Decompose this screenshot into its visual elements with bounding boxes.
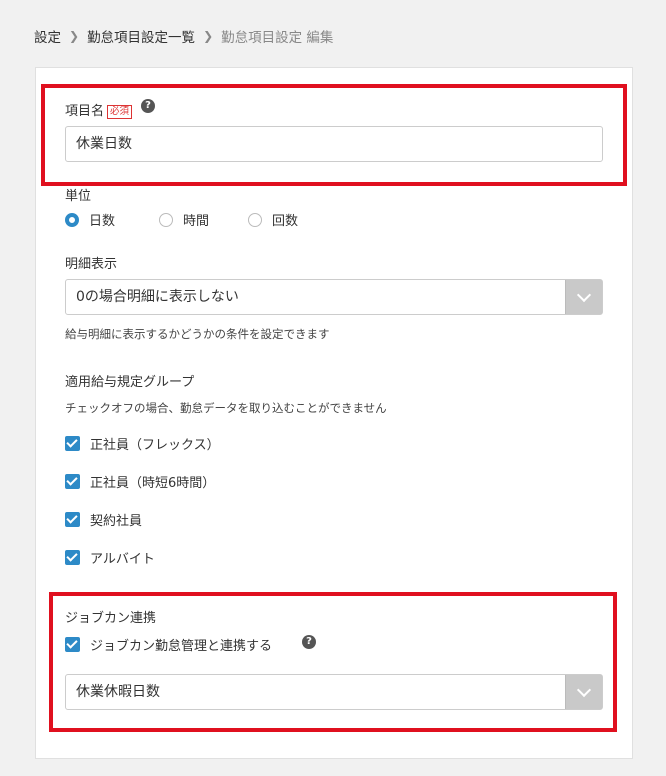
breadcrumb-attendance-list[interactable]: 勤怠項目設定一覧 — [87, 26, 195, 46]
chevron-down-icon — [576, 287, 592, 303]
highlight-box-jobcan — [49, 592, 617, 732]
unit-radio-count[interactable]: 回数 — [248, 210, 298, 229]
detail-display-select[interactable]: 0の場合明細に表示しない — [65, 279, 603, 315]
highlight-box-item-name — [41, 84, 627, 186]
group-checkbox-parttime[interactable]: アルバイト — [65, 548, 155, 567]
checkbox-checked-icon — [65, 550, 80, 565]
unit-radio-hours[interactable]: 時間 — [159, 210, 209, 229]
unit-radio-group: 日数 時間 回数 — [65, 210, 326, 229]
breadcrumb: 設定 ❯ 勤怠項目設定一覧 ❯ 勤怠項目設定 編集 — [34, 26, 333, 46]
dropdown-button[interactable] — [565, 280, 602, 314]
detail-display-note: 給与明細に表示するかどうかの条件を設定できます — [65, 327, 330, 341]
radio-unchecked-icon — [159, 212, 174, 227]
breadcrumb-current: 勤怠項目設定 編集 — [221, 30, 334, 46]
groups-note: チェックオフの場合、勤怠データを取り込むことができません — [65, 401, 387, 415]
checkbox-checked-icon — [65, 474, 80, 489]
checkbox-checked-icon — [65, 512, 80, 527]
group-checkbox-flex[interactable]: 正社員（フレックス） — [65, 434, 220, 453]
unit-label: 単位 — [65, 189, 92, 204]
breadcrumb-settings[interactable]: 設定 — [34, 26, 61, 46]
unit-radio-days[interactable]: 日数 — [65, 210, 115, 229]
group-checkbox-contract[interactable]: 契約社員 — [65, 510, 142, 529]
groups-label: 適用給与規定グループ — [65, 375, 195, 390]
chevron-right-icon: ❯ — [203, 29, 214, 43]
detail-display-value: 0の場合明細に表示しない — [76, 289, 239, 305]
radio-checked-icon — [65, 212, 79, 227]
chevron-right-icon: ❯ — [69, 29, 80, 43]
radio-unchecked-icon — [248, 212, 263, 227]
group-checkbox-short[interactable]: 正社員（時短6時間） — [65, 472, 215, 491]
checkbox-checked-icon — [65, 436, 80, 451]
detail-display-label: 明細表示 — [65, 257, 118, 272]
